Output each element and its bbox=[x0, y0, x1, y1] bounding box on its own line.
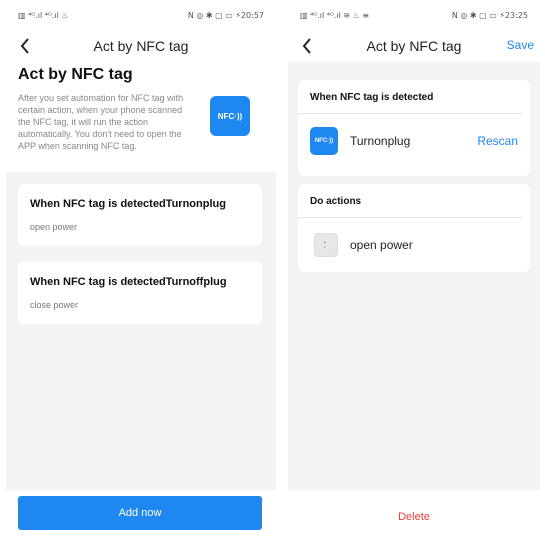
nav-title: Act by NFC tag bbox=[93, 38, 189, 54]
plug-icon: ⠅ bbox=[314, 233, 338, 257]
left-screen: ▥ ⁴ᴳ.ıl ⁴ᴳ.ıl ♨ N ◎ ✱ ▢ ▭ ⚡20:57 Act by … bbox=[6, 0, 276, 544]
status-right: N ◎ ✱ ▢ ▭ ⚡20:57 bbox=[187, 10, 264, 20]
detected-header: When NFC tag is detected bbox=[298, 80, 522, 114]
save-button[interactable]: Save bbox=[507, 38, 534, 52]
delete-button[interactable]: Delete bbox=[398, 511, 430, 523]
card-title: When NFC tag is detectedTurnoffplug bbox=[30, 276, 227, 288]
bottom-bar: Delete bbox=[288, 490, 540, 544]
card-title: When NFC tag is detectedTurnonplug bbox=[30, 198, 226, 210]
bottom-bar: Add now bbox=[6, 490, 276, 544]
chevron-left-icon bbox=[302, 38, 311, 54]
card-action: open power bbox=[30, 222, 78, 232]
status-bar: ▥ ⁴ᴳ.ıl ⁴ᴳ.ıl ≋ ♨ ≡ N ◎ ✱ ▢ ▭ ⚡23:25 bbox=[288, 0, 540, 30]
intro-section: Act by NFC tag After you set automation … bbox=[6, 62, 276, 172]
status-bar: ▥ ⁴ᴳ.ıl ⁴ᴳ.ıl ♨ N ◎ ✱ ▢ ▭ ⚡20:57 bbox=[6, 0, 276, 30]
status-left: ▥ ⁴ᴳ.ıl ⁴ᴳ.ıl ♨ bbox=[18, 10, 69, 20]
nav-bar: Act by NFC tag bbox=[6, 30, 276, 62]
nav-bar: Act by NFC tag Save bbox=[288, 30, 540, 62]
right-screen: ▥ ⁴ᴳ.ıl ⁴ᴳ.ıl ≋ ♨ ≡ N ◎ ✱ ▢ ▭ ⚡23:25 Act… bbox=[288, 0, 540, 544]
tag-name: Turnonplug bbox=[350, 134, 411, 148]
automation-card[interactable]: When NFC tag is detectedTurnoffplug clos… bbox=[18, 262, 262, 324]
rescan-button[interactable]: Rescan bbox=[477, 134, 518, 148]
chevron-left-icon bbox=[20, 38, 29, 54]
automation-card[interactable]: When NFC tag is detectedTurnonplug open … bbox=[18, 184, 262, 246]
card-action: close power bbox=[30, 300, 79, 310]
page-title: Act by NFC tag bbox=[18, 66, 133, 83]
add-now-button[interactable]: Add now bbox=[18, 496, 262, 530]
action-label: open power bbox=[350, 238, 413, 252]
trigger-panel: When NFC tag is detected NFC·)) Turnonpl… bbox=[298, 80, 530, 176]
status-right: N ◎ ✱ ▢ ▭ ⚡23:25 bbox=[451, 10, 528, 20]
intro-text: After you set automation for NFC tag wit… bbox=[18, 93, 184, 151]
back-icon[interactable] bbox=[16, 36, 34, 56]
back-icon[interactable] bbox=[298, 36, 316, 56]
nfc-tag-row: NFC·)) Turnonplug Rescan bbox=[298, 114, 530, 168]
action-row[interactable]: ⠅ open power bbox=[298, 218, 530, 272]
nfc-icon: NFC·)) bbox=[310, 127, 338, 155]
actions-panel: Do actions ⠅ open power bbox=[298, 184, 530, 272]
actions-header: Do actions bbox=[298, 184, 522, 218]
nav-title: Act by NFC tag bbox=[366, 38, 462, 54]
status-left: ▥ ⁴ᴳ.ıl ⁴ᴳ.ıl ≋ ♨ ≡ bbox=[300, 10, 370, 20]
nfc-icon: NFC·)) bbox=[210, 96, 250, 136]
